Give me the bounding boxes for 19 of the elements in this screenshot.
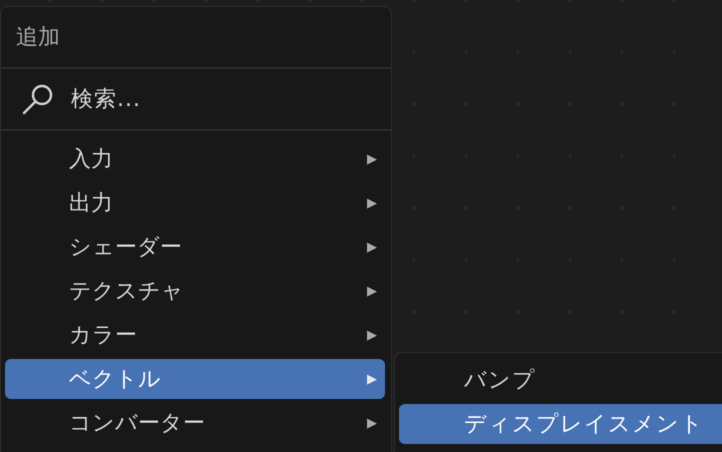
search-field[interactable]: 検索... — [71, 86, 271, 112]
submenu-arrow-icon: ▶ — [367, 284, 377, 298]
menu-item[interactable]: カラー ▶ — [5, 315, 385, 355]
menu-item[interactable]: 出力 ▶ — [5, 183, 385, 223]
menu-item[interactable]: 入力 ▶ — [5, 139, 385, 179]
search-icon — [21, 82, 55, 116]
menu-item[interactable]: コンバーター ▶ — [5, 403, 385, 443]
submenu-arrow-icon: ▶ — [367, 416, 377, 430]
submenu-arrow-icon: ▶ — [367, 372, 377, 386]
menu-item[interactable]: バンプ — [399, 360, 722, 400]
submenu-arrow-icon: ▶ — [367, 328, 377, 342]
menu-title: 追加 — [1, 7, 391, 69]
submenu-arrow-icon: ▶ — [367, 196, 377, 210]
menu-item[interactable]: ベクトル ▶ — [5, 359, 385, 399]
menu-item[interactable]: テクスチャ ▶ — [5, 271, 385, 311]
submenu-arrow-icon: ▶ — [367, 240, 377, 254]
menu-item[interactable]: ディスプレイスメント — [399, 404, 722, 444]
menu-item[interactable]: シェーダー ▶ — [5, 227, 385, 267]
submenu-arrow-icon: ▶ — [367, 152, 377, 166]
